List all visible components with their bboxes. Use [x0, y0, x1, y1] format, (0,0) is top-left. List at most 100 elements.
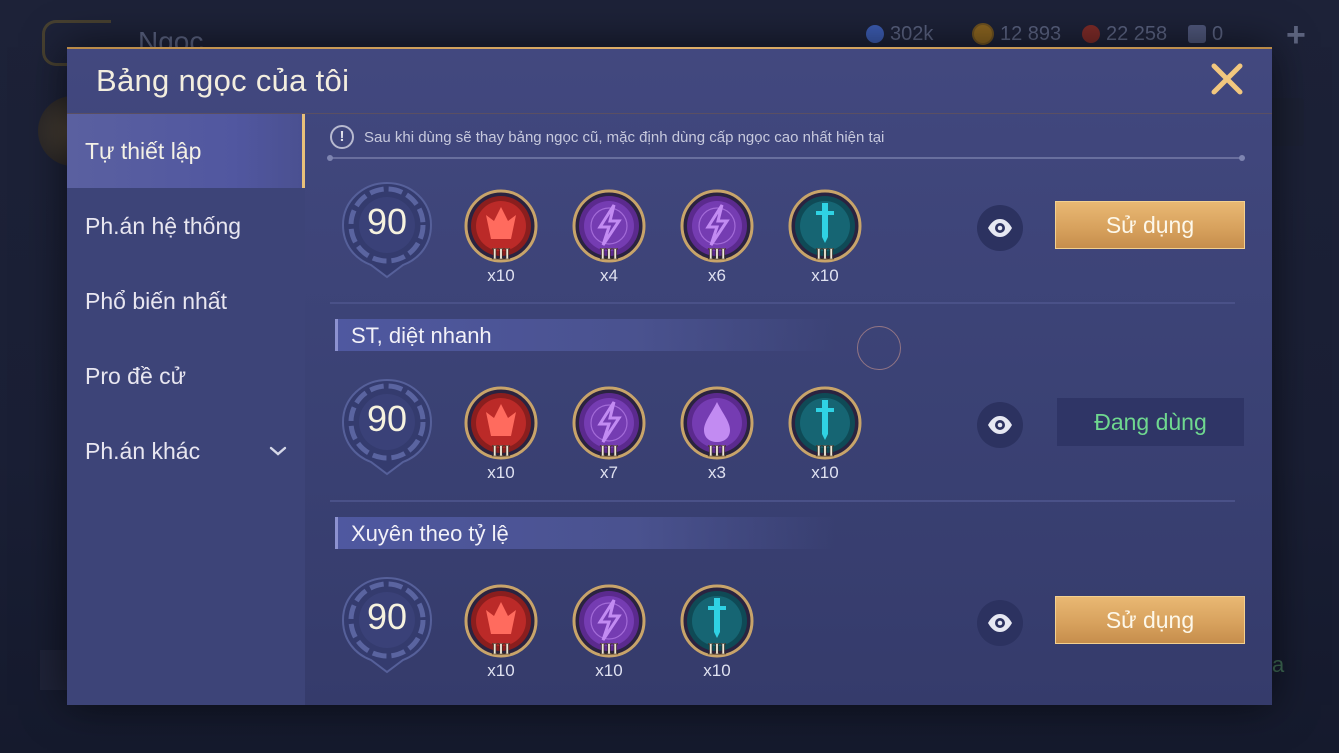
rune-count: x10	[595, 661, 623, 680]
red-attack-rune-icon: III	[464, 386, 538, 460]
purple-lightning-rune-icon: III	[572, 189, 646, 263]
section-header: Xuyên theo tỷ lệ	[335, 517, 835, 549]
rune-gem[interactable]: III x10	[464, 386, 538, 482]
rune-gem[interactable]: III x3	[680, 386, 754, 482]
rune-count: x10	[811, 463, 839, 482]
rune-page-row: 90 III x10 III x10 III x10 Sử dụng	[305, 574, 1272, 684]
blue-gem-icon	[866, 25, 884, 43]
rune-gem[interactable]: III x10	[464, 584, 538, 680]
red-gem-icon	[1082, 25, 1100, 43]
sidebar-item-system[interactable]: Ph.án hệ thống	[67, 189, 305, 263]
sidebar: Tự thiết lập Ph.án hệ thống Phổ biến nhấ…	[67, 114, 305, 705]
in-use-button[interactable]: Đang dùng	[1057, 398, 1244, 446]
info-icon: !	[330, 125, 354, 149]
rune-count: x10	[703, 661, 731, 680]
rune-gem[interactable]: III x10	[464, 189, 538, 285]
svg-text:III: III	[816, 246, 835, 263]
svg-text:III: III	[600, 641, 619, 658]
red-attack-rune-icon: III	[464, 189, 538, 263]
gold-coin-icon	[972, 23, 994, 45]
eye-icon	[988, 614, 1012, 632]
rune-page-list: ! Sau khi dùng sẽ thay bảng ngọc cũ, mặc…	[305, 114, 1272, 705]
chevron-down-icon	[269, 446, 287, 456]
svg-text:III: III	[708, 443, 727, 460]
rune-gem[interactable]: III x6	[680, 189, 754, 285]
background-label: a	[1272, 652, 1285, 677]
rune-count: x10	[487, 266, 515, 285]
divider	[330, 302, 1235, 304]
rune-count: x10	[487, 661, 515, 680]
svg-text:III: III	[492, 641, 511, 658]
rune-page-row: 90 III x10 III x7 III x3 III x10 Đang dùng	[305, 376, 1272, 486]
rune-gem[interactable]: III x10	[788, 189, 862, 285]
resource-gold-coin: 12 893	[972, 22, 1061, 46]
svg-text:III: III	[708, 641, 727, 658]
rune-level: 90	[366, 596, 408, 637]
rune-count: x4	[600, 266, 618, 285]
rune-level: 90	[366, 398, 408, 439]
rune-count: x10	[487, 463, 515, 482]
resource-value: 12 893	[1000, 22, 1062, 45]
rune-count: x7	[600, 463, 618, 482]
red-attack-rune-icon: III	[464, 584, 538, 658]
eye-icon	[988, 416, 1012, 434]
teal-sword-rune-icon: III	[788, 386, 862, 460]
close-icon	[1211, 63, 1243, 95]
resource-blue-gem: 302k	[866, 22, 933, 46]
resource-value: 302k	[890, 22, 934, 45]
rune-gem[interactable]: III x10	[788, 386, 862, 482]
rune-gem[interactable]: III x4	[572, 189, 646, 285]
rune-count: x3	[708, 463, 726, 482]
teal-sword-rune-icon: III	[680, 584, 754, 658]
svg-text:III: III	[600, 443, 619, 460]
divider	[330, 500, 1235, 502]
resource-red-gem: 22 258	[1082, 22, 1167, 46]
background-side-tab	[40, 650, 70, 690]
rune-gem[interactable]: III x7	[572, 386, 646, 482]
close-button[interactable]	[1209, 61, 1245, 97]
add-resource-icon[interactable]: +	[1286, 16, 1306, 55]
purple-lightning-rune-icon: III	[572, 584, 646, 658]
sidebar-item-popular[interactable]: Phổ biến nhất	[67, 264, 305, 338]
resource-card: 0	[1188, 22, 1223, 46]
eye-icon	[988, 219, 1012, 237]
svg-text:III: III	[492, 246, 511, 263]
sidebar-item-label: Tự thiết lập	[85, 138, 202, 164]
sidebar-item-label: Phổ biến nhất	[85, 288, 227, 314]
sidebar-item-pro[interactable]: Pro đề cử	[67, 339, 305, 413]
purple-lightning-rune-icon: III	[572, 386, 646, 460]
purple-lightning-rune-icon: III	[680, 189, 754, 263]
sidebar-item-other[interactable]: Ph.án khác	[67, 414, 305, 488]
background-side-tab	[1272, 98, 1304, 146]
use-button[interactable]: Sử dụng	[1055, 201, 1245, 249]
sidebar-item-label: Ph.án khác	[85, 438, 201, 464]
resource-value: 22 258	[1106, 22, 1168, 45]
rune-page-dialog: Bảng ngọc của tôi Tự thiết lập Ph.án hệ …	[67, 47, 1272, 705]
rune-level: 90	[366, 201, 408, 242]
svg-text:III: III	[816, 443, 835, 460]
svg-text:III: III	[492, 443, 511, 460]
preview-button[interactable]	[977, 600, 1023, 646]
purple-drop-rune-icon: III	[680, 386, 754, 460]
rune-gem[interactable]: III x10	[680, 584, 754, 680]
rune-page-name: ST, diệt nhanh	[351, 323, 492, 348]
preview-button[interactable]	[977, 205, 1023, 251]
sidebar-item-label: Pro đề cử	[85, 363, 187, 389]
notice: ! Sau khi dùng sẽ thay bảng ngọc cũ, mặc…	[330, 123, 884, 151]
section-header: ST, diệt nhanh	[335, 319, 835, 351]
dialog-title: Bảng ngọc của tôi	[96, 63, 350, 98]
preview-button[interactable]	[977, 402, 1023, 448]
use-button[interactable]: Sử dụng	[1055, 596, 1245, 644]
sidebar-item-custom[interactable]: Tự thiết lập	[67, 114, 305, 188]
rune-page-name: Xuyên theo tỷ lệ	[351, 521, 509, 546]
card-icon	[1188, 25, 1206, 43]
rune-gem[interactable]: III x10	[572, 584, 646, 680]
resource-value: 0	[1212, 22, 1224, 45]
sidebar-item-label: Ph.án hệ thống	[85, 213, 242, 239]
rune-count: x10	[811, 266, 839, 285]
svg-text:III: III	[600, 246, 619, 263]
touch-indicator	[857, 326, 901, 370]
svg-text:III: III	[708, 246, 727, 263]
rune-page-row: 90 III x10 III x4 III x6 III x10 Sử dụng	[305, 179, 1272, 289]
rune-count: x6	[708, 266, 726, 285]
